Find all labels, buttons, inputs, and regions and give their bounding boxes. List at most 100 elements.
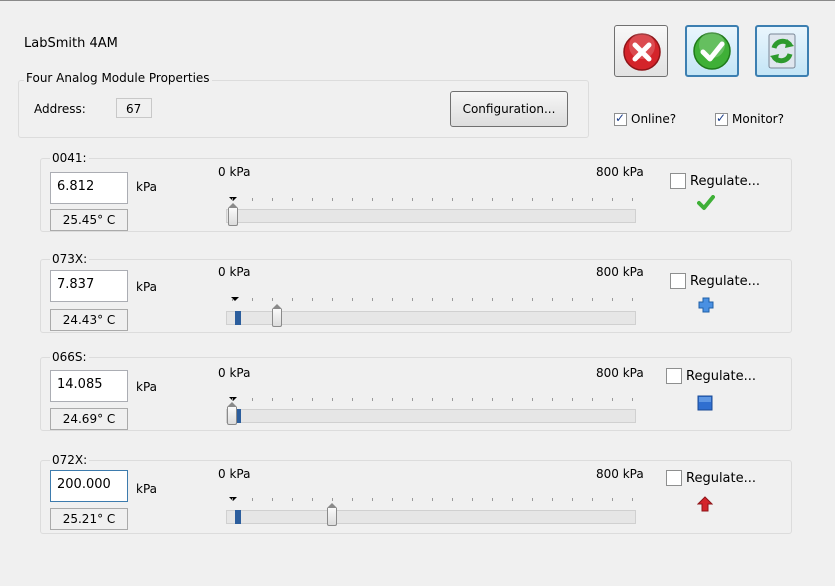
red-up-arrow-icon <box>697 496 713 512</box>
slider-tick <box>392 198 393 201</box>
monitor-checkbox-box[interactable] <box>715 111 728 126</box>
slider-tick <box>492 198 493 201</box>
slider-tick <box>412 298 413 301</box>
pressure-input[interactable]: 6.812 <box>50 172 128 204</box>
channel-name: 073X: <box>50 252 90 266</box>
regulate-checkbox[interactable]: Regulate... <box>670 273 760 289</box>
slider-tick <box>312 398 313 401</box>
slider-tick <box>532 498 533 501</box>
red-x-icon <box>623 33 661 71</box>
slider-tick <box>432 198 433 201</box>
slider-tick <box>252 198 253 201</box>
slider-tick <box>452 398 453 401</box>
slider-tick <box>292 198 293 201</box>
slider-tick <box>232 198 233 201</box>
slider-tick <box>632 498 633 501</box>
monitor-label: Monitor? <box>732 112 784 126</box>
slider-tick <box>472 398 473 401</box>
setpoint-slider-thumb[interactable] <box>327 503 337 526</box>
slider-tick <box>232 298 233 301</box>
monitor-checkbox[interactable]: Monitor? <box>715 111 784 126</box>
setpoint-slider-track[interactable] <box>226 209 636 223</box>
scale-min-label: 0 kPa <box>218 165 251 179</box>
pressure-input[interactable]: 14.085 <box>50 370 128 402</box>
slider-tick <box>612 298 613 301</box>
slider-tick <box>492 298 493 301</box>
setpoint-slider-thumb[interactable] <box>227 402 237 425</box>
slider-tick <box>452 298 453 301</box>
slider-tick <box>372 398 373 401</box>
slider-tick <box>552 198 553 201</box>
window-top-border <box>0 0 835 1</box>
regulate-checkbox[interactable]: Regulate... <box>666 368 756 384</box>
pressure-unit: kPa <box>136 380 157 394</box>
slider-tick <box>412 198 413 201</box>
pressure-unit: kPa <box>136 280 157 294</box>
slider-tick <box>632 398 633 401</box>
slider-tick <box>252 298 253 301</box>
slider-tick <box>552 298 553 301</box>
scale-min-label: 0 kPa <box>218 366 251 380</box>
slider-tick <box>572 198 573 201</box>
slider-tick <box>332 498 333 501</box>
slider-tick <box>372 498 373 501</box>
slider-tick <box>412 398 413 401</box>
close-button[interactable] <box>614 25 668 77</box>
slider-tick <box>392 298 393 301</box>
regulate-checkbox[interactable]: Regulate... <box>670 173 760 189</box>
slider-tick <box>612 498 613 501</box>
blue-plus-icon <box>698 297 714 313</box>
slider-tick <box>332 198 333 201</box>
slider-tick <box>372 298 373 301</box>
slider-tick <box>492 398 493 401</box>
slider-tick <box>612 198 613 201</box>
slider-tick <box>332 398 333 401</box>
slider-tick <box>632 298 633 301</box>
regulate-checkbox-box[interactable] <box>666 368 682 384</box>
slider-tick <box>532 298 533 301</box>
setpoint-slider-thumb[interactable] <box>228 203 238 226</box>
slider-tick <box>352 498 353 501</box>
slider-tick <box>352 398 353 401</box>
slider-tick <box>592 398 593 401</box>
regulate-checkbox[interactable]: Regulate... <box>666 470 756 486</box>
green-refresh-icon <box>768 33 796 69</box>
slider-tick <box>232 398 233 401</box>
slider-tick <box>272 498 273 501</box>
regulate-label: Regulate... <box>686 470 757 486</box>
channel-name: 0041: <box>50 151 89 165</box>
regulate-label: Regulate... <box>686 368 757 384</box>
setpoint-slider-track[interactable] <box>226 510 636 524</box>
regulate-checkbox-box[interactable] <box>666 470 682 486</box>
slider-tick <box>632 198 633 201</box>
slider-tick <box>572 298 573 301</box>
slider-tick <box>592 498 593 501</box>
slider-tick <box>272 298 273 301</box>
slider-tick <box>232 498 233 501</box>
slider-tick <box>272 398 273 401</box>
channel-name: 072X: <box>50 453 90 467</box>
slider-tick <box>512 298 513 301</box>
setpoint-slider-track[interactable] <box>226 409 636 423</box>
slider-tick <box>512 198 513 201</box>
pressure-unit: kPa <box>136 482 157 496</box>
slider-tick <box>372 198 373 201</box>
regulate-checkbox-box[interactable] <box>670 273 686 289</box>
pressure-input[interactable]: 200.000 <box>50 470 128 502</box>
setpoint-slider-thumb[interactable] <box>272 304 282 327</box>
slider-tick <box>592 198 593 201</box>
slider-tick <box>352 298 353 301</box>
setpoint-slider-track[interactable] <box>226 311 636 325</box>
slider-tick <box>392 398 393 401</box>
regulate-label: Regulate... <box>690 273 761 289</box>
online-checkbox[interactable]: Online? <box>614 111 676 126</box>
pressure-input[interactable]: 7.837 <box>50 270 128 302</box>
slider-tick <box>252 398 253 401</box>
online-checkbox-box[interactable] <box>614 111 627 126</box>
slider-tick <box>352 198 353 201</box>
configuration-button[interactable]: Configuration... <box>450 91 568 127</box>
ok-button[interactable] <box>685 25 739 77</box>
refresh-button[interactable] <box>755 25 809 77</box>
regulate-checkbox-box[interactable] <box>670 173 686 189</box>
slider-tick <box>472 198 473 201</box>
